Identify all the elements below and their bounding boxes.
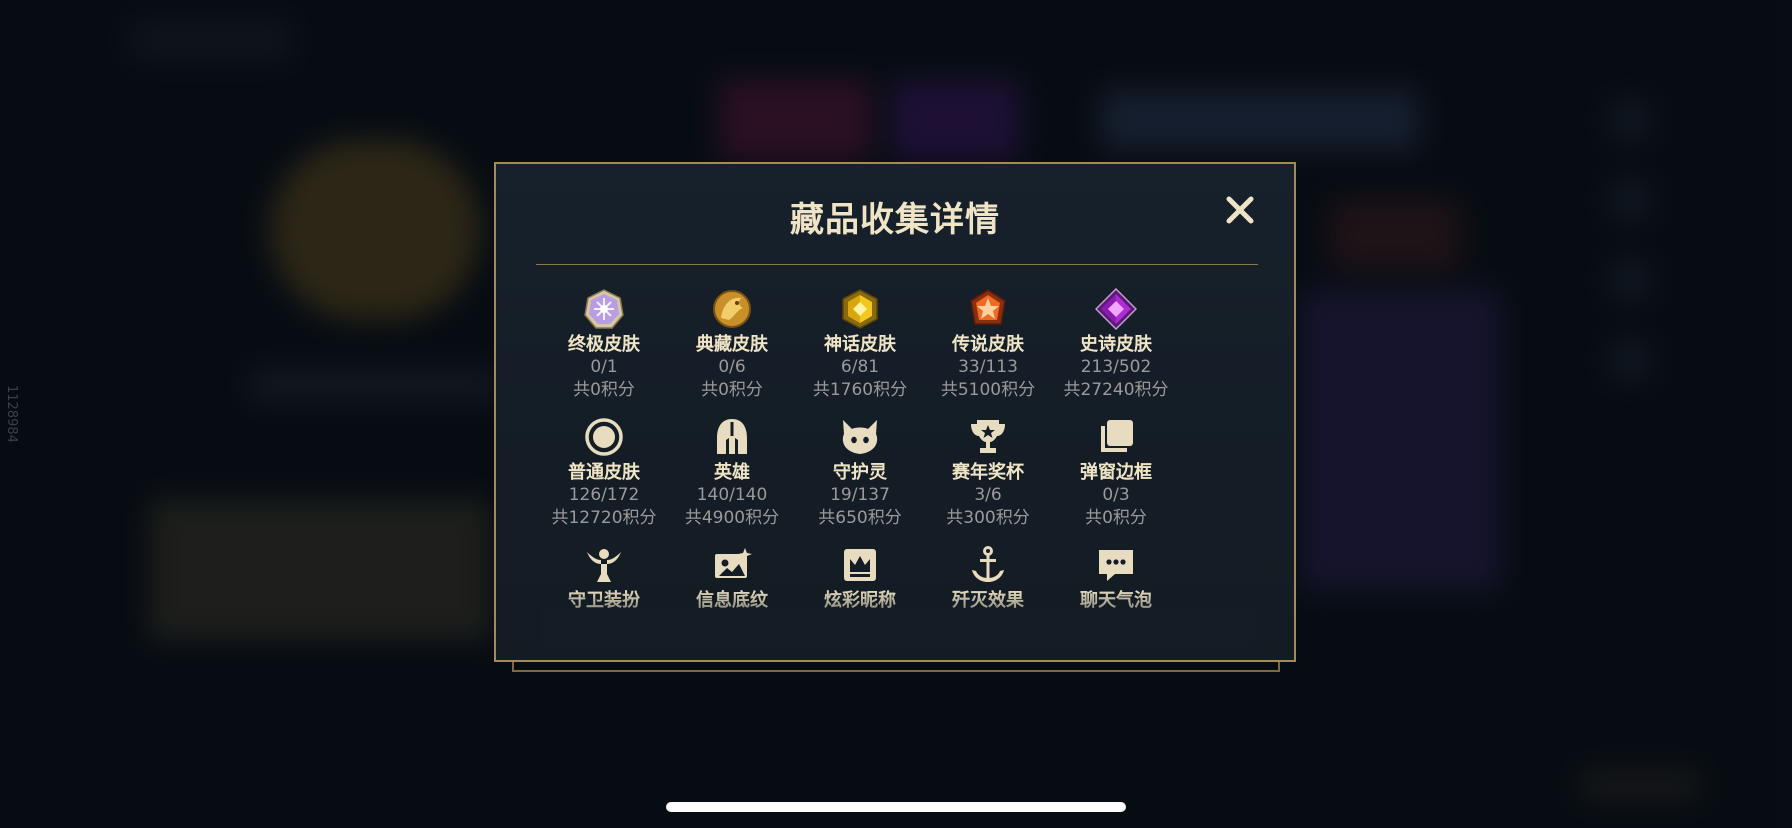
title-divider — [536, 264, 1258, 265]
item-name: 守护灵 — [833, 462, 887, 483]
item-count: 0/6 — [718, 357, 746, 377]
collector-skin-icon — [711, 288, 753, 330]
collection-grid: 终极皮肤 0/1 共0积分 典藏皮肤 0/6 共0积分 神话皮肤 6/81 共1… — [540, 288, 1254, 654]
item-score: 共1760积分 — [812, 380, 908, 400]
collection-item-epic-skin[interactable]: 史诗皮肤 213/502 共27240积分 — [1052, 288, 1180, 416]
item-score: 共12720积分 — [551, 508, 657, 528]
chat-bubble-icon — [1095, 544, 1137, 586]
collection-item-hero[interactable]: 英雄 140/140 共4900积分 — [668, 416, 796, 544]
collection-item-trophy[interactable]: 赛年奖杯 3/6 共300积分 — [924, 416, 1052, 544]
trophy-icon — [967, 416, 1009, 458]
collection-row: 守卫装扮 信息底纹 炫彩昵称 歼灭效果 聊天气泡 — [540, 544, 1254, 654]
collection-item-colorful-name[interactable]: 炫彩昵称 — [796, 544, 924, 654]
item-score: 共0积分 — [573, 380, 635, 400]
item-score: 共0积分 — [1085, 508, 1147, 528]
dialog-title: 藏品收集详情 — [790, 200, 1000, 240]
item-name: 终极皮肤 — [568, 334, 640, 355]
collection-detail-dialog: 藏品收集详情 终极皮肤 0/1 共0积分 典藏皮肤 0/6 共0积分 神话皮肤 … — [494, 162, 1296, 662]
item-name: 弹窗边框 — [1080, 462, 1152, 483]
item-count: 140/140 — [696, 485, 768, 505]
item-count: 6/81 — [840, 357, 880, 377]
collection-row: 普通皮肤 126/172 共12720积分 英雄 140/140 共4900积分 — [540, 416, 1254, 544]
item-name: 炫彩昵称 — [824, 590, 896, 611]
item-score: 共27240积分 — [1063, 380, 1169, 400]
item-name: 典藏皮肤 — [696, 334, 768, 355]
item-count: 126/172 — [568, 485, 640, 505]
item-name: 传说皮肤 — [952, 334, 1024, 355]
spirit-icon — [839, 416, 881, 458]
close-button[interactable] — [1222, 192, 1258, 228]
item-name: 信息底纹 — [696, 590, 768, 611]
epic-skin-icon — [1095, 288, 1137, 330]
ward-icon — [583, 544, 625, 586]
item-score: 共300积分 — [946, 508, 1030, 528]
item-count: 213/502 — [1080, 357, 1152, 377]
item-name: 聊天气泡 — [1080, 590, 1152, 611]
item-score: 共0积分 — [701, 380, 763, 400]
collection-item-normal-skin[interactable]: 普通皮肤 126/172 共12720积分 — [540, 416, 668, 544]
item-name: 普通皮肤 — [568, 462, 640, 483]
ultimate-skin-icon — [583, 288, 625, 330]
frame-icon — [1095, 416, 1137, 458]
item-name: 歼灭效果 — [952, 590, 1024, 611]
item-name: 赛年奖杯 — [952, 462, 1024, 483]
collection-item-ward[interactable]: 守卫装扮 — [540, 544, 668, 654]
item-count: 33/113 — [958, 357, 1018, 377]
collection-item-annihilation-effect[interactable]: 歼灭效果 — [924, 544, 1052, 654]
modal-bottom-trim — [512, 662, 1280, 672]
home-indicator-bar[interactable] — [666, 802, 1126, 812]
collection-item-mythic-skin[interactable]: 神话皮肤 6/81 共1760积分 — [796, 288, 924, 416]
banner-icon — [711, 544, 753, 586]
collection-item-frame[interactable]: 弹窗边框 0/3 共0积分 — [1052, 416, 1180, 544]
crown-icon — [839, 544, 881, 586]
collection-item-chat-bubble[interactable]: 聊天气泡 — [1052, 544, 1180, 654]
collection-item-legendary-skin[interactable]: 传说皮肤 33/113 共5100积分 — [924, 288, 1052, 416]
item-name: 守卫装扮 — [568, 590, 640, 611]
item-name: 史诗皮肤 — [1080, 334, 1152, 355]
item-name: 神话皮肤 — [824, 334, 896, 355]
mythic-skin-icon — [839, 288, 881, 330]
item-count: 19/137 — [830, 485, 890, 505]
normal-skin-icon — [583, 416, 625, 458]
collection-item-banner[interactable]: 信息底纹 — [668, 544, 796, 654]
collection-item-collector-skin[interactable]: 典藏皮肤 0/6 共0积分 — [668, 288, 796, 416]
item-score: 共5100积分 — [940, 380, 1036, 400]
close-x-icon[interactable] — [1222, 192, 1258, 228]
collection-item-ultimate-skin[interactable]: 终极皮肤 0/1 共0积分 — [540, 288, 668, 416]
item-count: 3/6 — [974, 485, 1002, 505]
item-score: 共4900积分 — [684, 508, 780, 528]
collection-item-spirit[interactable]: 守护灵 19/137 共650积分 — [796, 416, 924, 544]
legendary-skin-icon — [967, 288, 1009, 330]
item-count: 0/1 — [590, 357, 618, 377]
side-id-text: 1128984 — [4, 385, 19, 443]
item-score: 共650积分 — [818, 508, 902, 528]
item-count: 0/3 — [1102, 485, 1130, 505]
anchor-icon — [967, 544, 1009, 586]
collection-row: 终极皮肤 0/1 共0积分 典藏皮肤 0/6 共0积分 神话皮肤 6/81 共1… — [540, 288, 1254, 416]
hero-helmet-icon — [711, 416, 753, 458]
item-name: 英雄 — [714, 462, 750, 483]
